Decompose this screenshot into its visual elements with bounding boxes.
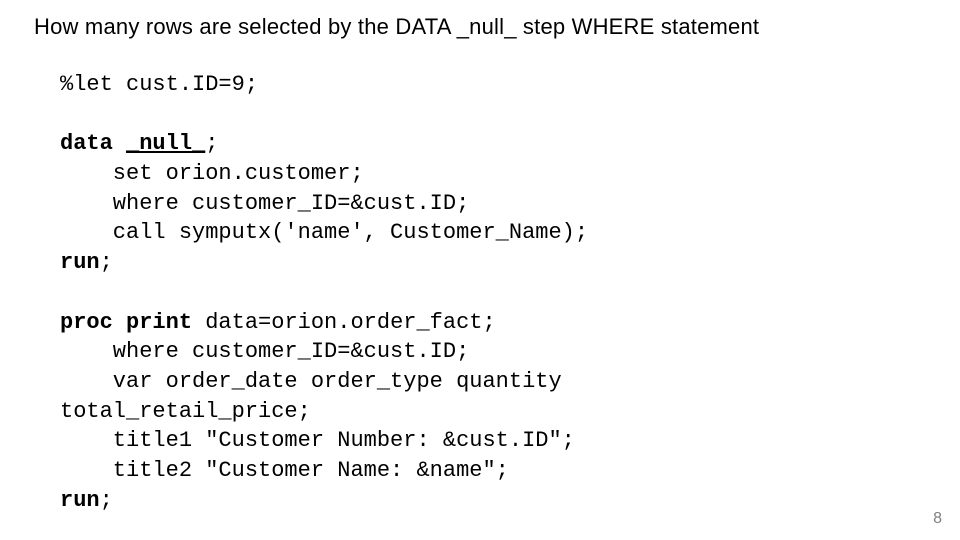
code-text: =orion.order_fact; xyxy=(258,310,496,335)
code-block: %let cust.ID=9; data _null_; set orion.c… xyxy=(60,70,588,515)
code-line-4: where customer_ID=&cust.ID; xyxy=(60,191,469,216)
null-literal: _null_ xyxy=(126,131,205,156)
code-line-8: where customer_ID=&cust.ID; xyxy=(60,339,469,364)
keyword-data: data xyxy=(60,131,113,156)
page-number: 8 xyxy=(933,510,942,528)
code-text: data xyxy=(192,310,258,335)
code-line-10: total_retail_price; xyxy=(60,399,311,424)
keyword-run: run xyxy=(60,250,100,275)
code-line-1: %let cust.ID=9; xyxy=(60,72,258,97)
code-line-11: title1 "Customer Number: &cust.ID"; xyxy=(60,428,575,453)
code-text: ; xyxy=(100,488,113,513)
code-line-5: call symputx('name', Customer_Name); xyxy=(60,220,588,245)
keyword-proc-print: proc print xyxy=(60,310,192,335)
keyword-run: run xyxy=(60,488,100,513)
code-line-12: title2 "Customer Name: &name"; xyxy=(60,458,509,483)
code-text: ; xyxy=(100,250,113,275)
code-line-3: set orion.customer; xyxy=(60,161,364,186)
slide-title: How many rows are selected by the DATA _… xyxy=(34,14,759,40)
slide: How many rows are selected by the DATA _… xyxy=(0,0,960,540)
code-text: ; xyxy=(205,131,218,156)
code-line-9: var order_date order_type quantity xyxy=(60,369,562,394)
